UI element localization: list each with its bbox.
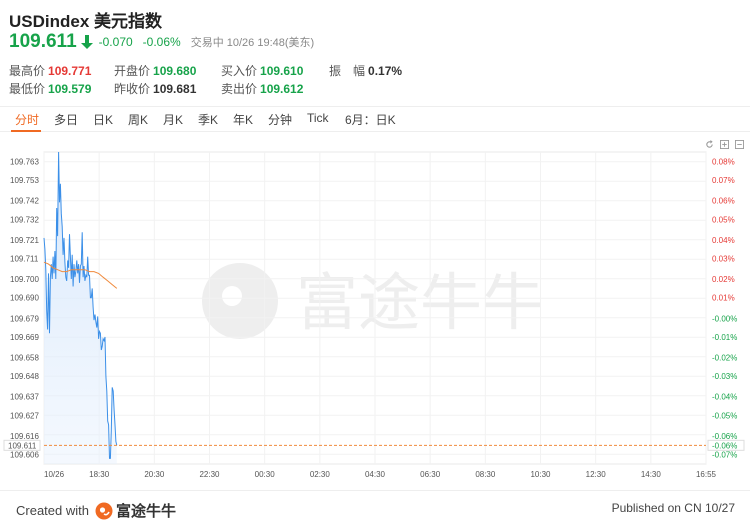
tab-intraday[interactable]: 分时 xyxy=(15,111,39,128)
price-area xyxy=(44,152,117,464)
x-tick-label: 20:30 xyxy=(144,470,165,479)
pct-tick-label: 0.04% xyxy=(712,236,735,245)
price-change: -0.070 xyxy=(98,35,133,49)
y-tick-label: 109.679 xyxy=(10,314,39,323)
pct-tick-label: 0.01% xyxy=(712,294,735,303)
futu-logo-icon xyxy=(95,502,113,519)
y-tick-label: 109.700 xyxy=(10,275,39,284)
instrument-title: USDindex 美元指数 xyxy=(9,12,163,31)
current-pct-label: -0.06% xyxy=(712,441,737,450)
pct-tick-label: 0.08% xyxy=(712,157,735,166)
y-tick-label: 109.637 xyxy=(10,393,39,402)
tab-yearly-k[interactable]: 年K xyxy=(233,111,253,128)
y-tick-label: 109.648 xyxy=(10,372,39,381)
tab-daily-k[interactable]: 日K xyxy=(93,111,113,128)
x-tick-label: 08:30 xyxy=(475,470,496,479)
tab-monthly-k[interactable]: 月K xyxy=(163,111,183,128)
stat-prev-close: 昨收价 109.681 xyxy=(114,82,197,96)
stat-high: 最高价 109.771 xyxy=(9,64,92,78)
quote-header: USDindex 美元指数 109.611 -0.070 -0.06% 交易中 … xyxy=(0,0,750,105)
x-tick-label: 00:30 xyxy=(255,470,276,479)
tab-6m-daily-k[interactable]: 6月：日K xyxy=(345,111,396,128)
y-tick-label: 109.742 xyxy=(10,197,39,206)
stat-open: 开盘价 109.680 xyxy=(114,64,197,78)
pct-tick-label: 0.07% xyxy=(712,176,735,185)
pct-tick-label: -0.06% xyxy=(712,432,737,441)
y-tick-label: 109.753 xyxy=(10,176,39,185)
brand-name: 富途牛牛 xyxy=(115,503,176,520)
pct-tick-label: -0.02% xyxy=(712,354,737,363)
tab-weekly-k[interactable]: 周K xyxy=(128,111,148,128)
pct-tick-label: -0.03% xyxy=(712,372,737,381)
pct-axis-labels: 0.08% 0.07% 0.06% 0.05% 0.04% 0.03% 0.02% 0.01%… xyxy=(712,157,737,459)
trading-status: 交易中 10/26 19:48(美东) xyxy=(190,37,315,49)
price-row: 109.611 -0.070 -0.06% 交易中 10/26 19:48(美东… xyxy=(9,31,314,53)
stat-amplitude-value: 0.17% xyxy=(368,64,403,78)
pct-tick-label: -0.05% xyxy=(712,411,737,420)
pct-tick-label: -0.07% xyxy=(712,451,737,460)
zoom-out-icon[interactable] xyxy=(735,136,744,149)
x-tick-label: 16:55 xyxy=(696,470,717,479)
watermark: 富途牛牛 xyxy=(202,263,544,339)
stat-low-value: 109.579 xyxy=(48,82,92,96)
chart-tools xyxy=(705,136,744,149)
x-tick-label: 10/26 xyxy=(44,470,65,479)
arrow-down-icon xyxy=(80,35,93,49)
y-tick-label: 109.690 xyxy=(10,294,39,303)
y-axis-labels: 109.763 109.753 109.742 109.732 109.721 109.7… xyxy=(10,157,39,459)
pct-tick-label: 0.06% xyxy=(712,197,735,206)
x-tick-label: 14:30 xyxy=(641,470,662,479)
intraday-chart: 富途牛牛 109.763 109.753 109.742 109.732 109.721… xyxy=(3,151,745,479)
tab-tick[interactable]: Tick xyxy=(307,111,329,125)
pct-tick-label: 0.02% xyxy=(712,275,735,284)
refresh-icon[interactable] xyxy=(705,136,714,148)
stat-bid-value: 109.610 xyxy=(260,64,304,78)
pct-tick-label: -0.00% xyxy=(712,314,737,323)
stat-bid: 买入价 109.610 xyxy=(221,64,304,78)
y-tick-label: 109.721 xyxy=(10,236,39,245)
y-tick-label: 109.669 xyxy=(10,333,39,342)
x-tick-label: 18:30 xyxy=(89,470,110,479)
stat-ask: 卖出价 109.612 xyxy=(221,82,304,96)
price-change-pct: -0.06% xyxy=(142,35,181,49)
y-tick-label: 109.711 xyxy=(10,254,39,263)
x-tick-label: 10:30 xyxy=(530,470,551,479)
y-tick-label: 109.732 xyxy=(10,215,39,224)
pct-tick-label: 0.03% xyxy=(712,254,735,263)
pct-tick-label: 0.05% xyxy=(712,215,735,224)
stat-low: 最低价 109.579 xyxy=(9,82,92,96)
stat-prev-close-value: 109.681 xyxy=(153,82,197,96)
y-tick-label: 109.606 xyxy=(10,451,39,460)
created-with: Created with 富途牛牛 xyxy=(16,500,176,521)
stat-open-value: 109.680 xyxy=(153,64,197,78)
pct-tick-label: -0.04% xyxy=(712,393,737,402)
footer: Created with 富途牛牛 Published on CN 10/27 xyxy=(0,490,750,526)
stat-high-value: 109.771 xyxy=(48,64,92,78)
watermark-logo-eye xyxy=(222,286,242,306)
pct-tick-label: -0.01% xyxy=(712,333,737,342)
zoom-in-icon[interactable] xyxy=(720,136,729,149)
tab-minute[interactable]: 分钟 xyxy=(268,111,292,128)
y-tick-label: 109.763 xyxy=(10,157,39,166)
last-price: 109.611 xyxy=(9,31,77,52)
x-tick-label: 04:30 xyxy=(365,470,386,479)
x-tick-label: 12:30 xyxy=(586,470,607,479)
y-tick-label: 109.627 xyxy=(10,411,39,420)
x-tick-label: 02:30 xyxy=(310,470,331,479)
tab-quarterly-k[interactable]: 季K xyxy=(198,111,218,128)
current-price-label: 109.611 xyxy=(8,441,37,450)
watermark-text: 富途牛牛 xyxy=(296,266,544,339)
x-tick-label: 22:30 xyxy=(199,470,220,479)
tab-multi-day[interactable]: 多日 xyxy=(54,111,78,128)
stat-ask-value: 109.612 xyxy=(260,82,304,96)
stat-amplitude: 振 幅 0.17% xyxy=(329,64,403,78)
x-tick-label: 06:30 xyxy=(420,470,441,479)
chart-grid xyxy=(43,151,707,465)
x-axis-labels: 10/26 18:30 20:30 22:30 00:30 02:30 04:30 06:30… xyxy=(44,470,717,479)
y-tick-label: 109.616 xyxy=(10,432,39,441)
active-tab-indicator xyxy=(11,130,41,132)
period-tabs: 分时 多日 日K 周K 月K 季K 年K 分钟 Tick 6月：日K xyxy=(0,106,750,132)
y-tick-label: 109.658 xyxy=(10,354,39,363)
published-date: Published on CN 10/27 xyxy=(611,501,735,515)
